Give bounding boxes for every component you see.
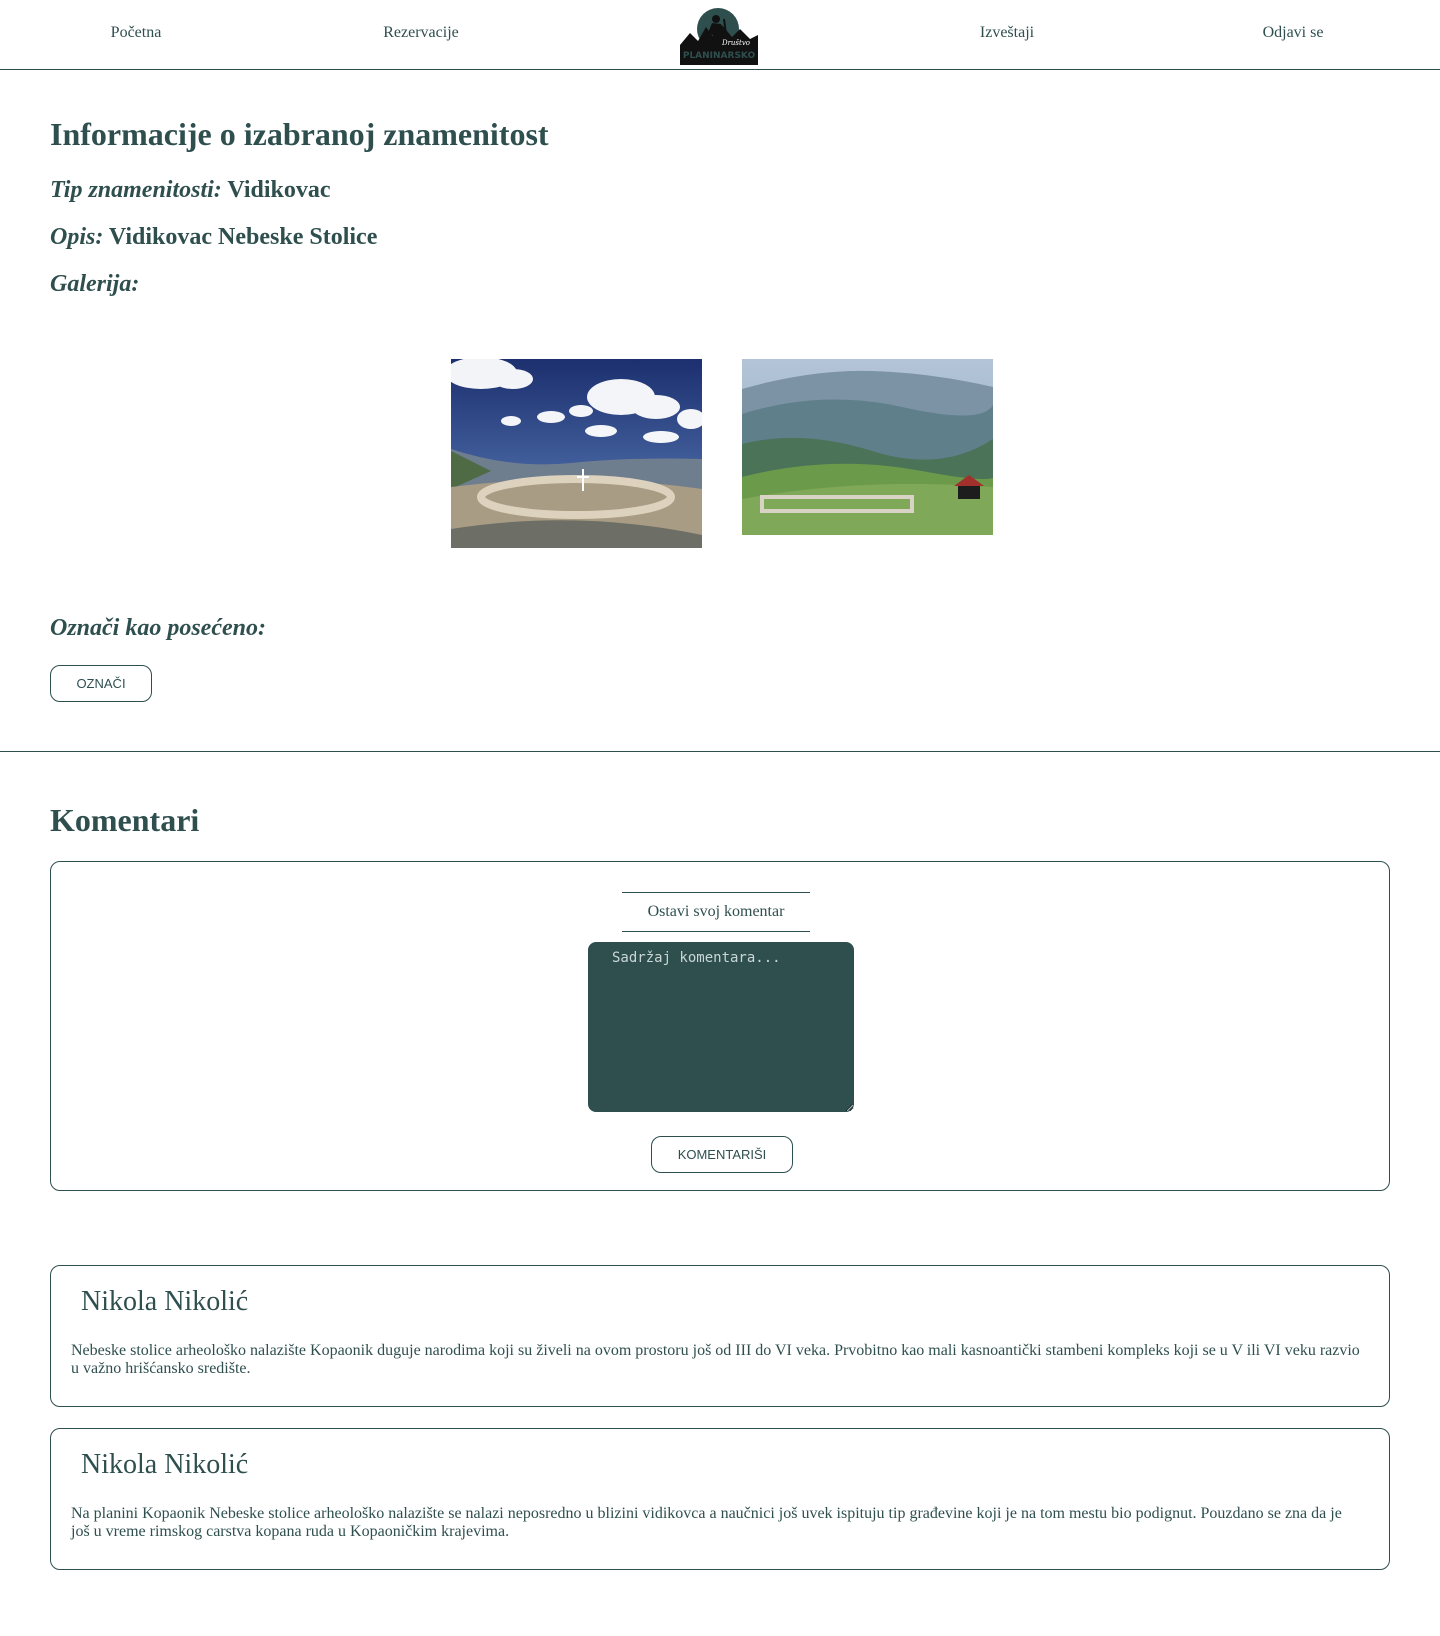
- comment-author: Nikola Nikolić: [81, 1286, 249, 1317]
- comment-form-title: Ostavi svoj komentar: [622, 892, 810, 932]
- comment-form: Ostavi svoj komentar KOMENTARIŠI: [50, 861, 1390, 1191]
- landmark-type-label: Tip znamenitosti:: [50, 177, 222, 203]
- nav-link-reports[interactable]: Izveštaji: [980, 24, 1034, 42]
- comment-author: Nikola Nikolić: [81, 1449, 249, 1480]
- landmark-description: Opis: Vidikovac Nebeske Stolice: [50, 224, 377, 251]
- section-divider: [0, 751, 1440, 752]
- comment-textarea[interactable]: [588, 942, 854, 1112]
- comment-text: Nebeske stolice arheološko nalazište Kop…: [71, 1342, 1360, 1377]
- comment-card: Nikola Nikolić Nebeske stolice arheološk…: [50, 1265, 1390, 1407]
- nav-link-home[interactable]: Početna: [111, 24, 162, 42]
- comments-heading: Komentari: [50, 802, 200, 838]
- gallery-image-2[interactable]: [742, 359, 993, 535]
- logo-text-drustvo: Društvo: [721, 39, 750, 47]
- landmark-description-label: Opis:: [50, 224, 104, 250]
- landmark-description-value: Vidikovac Nebeske Stolice: [108, 224, 378, 250]
- landmark-type-value: Vidikovac: [227, 177, 331, 203]
- submit-comment-button[interactable]: KOMENTARIŠI: [651, 1136, 793, 1173]
- page-title: Informacije o izabranoj znamenitost: [50, 116, 549, 152]
- comment-text: Na planini Kopaonik Nebeske stolice arhe…: [71, 1505, 1342, 1540]
- top-navbar: Početna Rezervacije Društvo PLANINARSKO …: [0, 0, 1440, 70]
- gallery-heading: Galerija:: [50, 271, 139, 298]
- mark-visited-button[interactable]: OZNAČI: [50, 665, 152, 702]
- gallery-label: Galerija:: [50, 271, 140, 297]
- club-logo[interactable]: Društvo PLANINARSKO: [680, 5, 758, 65]
- landmark-type: Tip znamenitosti: Vidikovac: [50, 177, 331, 204]
- nav-link-reservations[interactable]: Rezervacije: [383, 24, 459, 42]
- logo-text-planinarsko: PLANINARSKO: [683, 51, 756, 61]
- comment-card: Nikola Nikolić Na planini Kopaonik Nebes…: [50, 1428, 1390, 1570]
- gallery-image-1[interactable]: [451, 359, 702, 548]
- nav-link-logout[interactable]: Odjavi se: [1263, 24, 1324, 42]
- visit-label: Označi kao posećeno:: [50, 615, 266, 641]
